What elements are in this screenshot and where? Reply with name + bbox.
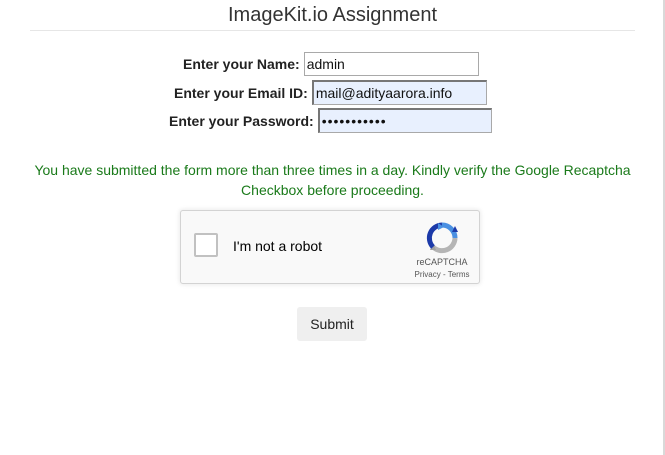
terms-link[interactable]: Terms (448, 270, 470, 279)
recaptcha-logo-icon (426, 222, 458, 254)
privacy-link[interactable]: Privacy (415, 270, 441, 279)
email-row: Enter your Email ID: (174, 80, 487, 105)
title-divider (30, 30, 635, 31)
links-separator: - (440, 270, 448, 279)
name-row: Enter your Name: (183, 52, 479, 76)
page-title: ImageKit.io Assignment (228, 4, 437, 26)
page: ImageKit.io Assignment Enter your Name: … (0, 0, 665, 455)
email-label: Enter your Email ID: (174, 84, 308, 101)
name-input[interactable] (303, 52, 479, 76)
password-label: Enter your Password: (169, 112, 314, 129)
rate-limit-notice: You have submitted the form more than th… (34, 162, 631, 198)
recaptcha-checkbox[interactable] (194, 233, 218, 257)
recaptcha-brand: reCAPTCHA (416, 257, 468, 267)
name-label: Enter your Name: (183, 56, 300, 72)
recaptcha-widget: I'm not a robot reCAPTCHA Privacy - Term… (180, 210, 480, 284)
password-row: Enter your Password: (169, 108, 492, 133)
password-input[interactable] (317, 108, 492, 133)
email-input[interactable] (311, 80, 487, 105)
recaptcha-label: I'm not a robot (233, 238, 323, 254)
submit-button[interactable]: Submit (297, 307, 367, 341)
recaptcha-links: Privacy - Terms (407, 270, 477, 279)
